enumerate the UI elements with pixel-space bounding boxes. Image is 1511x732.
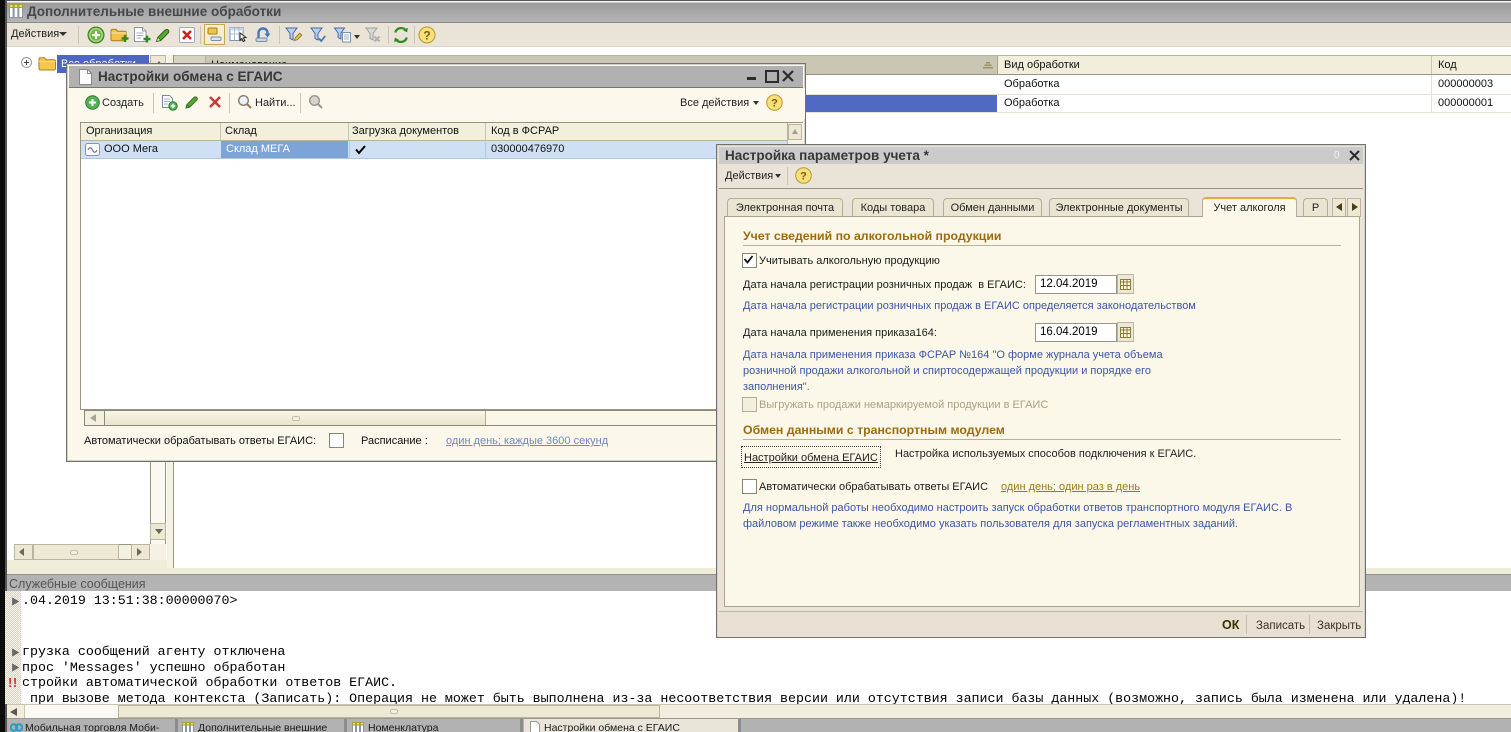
- svg-text:?: ?: [771, 98, 778, 110]
- svg-text:?: ?: [800, 171, 807, 183]
- svg-text:?: ?: [423, 29, 430, 43]
